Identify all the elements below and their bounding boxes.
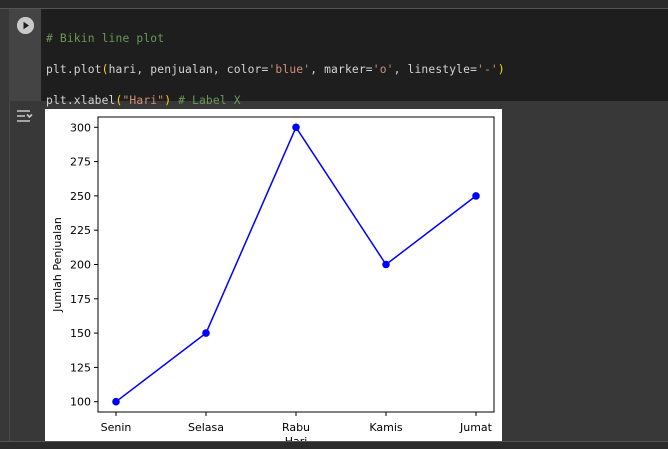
code-line-1: # Bikin line plot — [46, 31, 656, 46]
output-toggle-icon — [17, 110, 33, 122]
top-bar — [0, 0, 668, 9]
code-text: plt.xlabel — [46, 94, 116, 108]
code-string: "Hari" — [122, 94, 165, 108]
code-string: 'o' — [372, 63, 394, 77]
x-tick-label: Selasa — [188, 421, 224, 434]
output-divider — [9, 101, 10, 441]
x-tick-label: Rabu — [282, 421, 310, 434]
code-text: , linestyle= — [393, 63, 478, 77]
y-tick-label: 250 — [70, 190, 91, 203]
code-text: hari, penjualan, color= — [108, 63, 269, 77]
data-point — [472, 192, 480, 200]
data-point — [292, 123, 300, 132]
code-paren: ( — [101, 63, 109, 77]
y-tick-label: 200 — [70, 259, 91, 272]
output-toggle-button[interactable] — [16, 108, 34, 124]
code-text: , marker= — [310, 63, 373, 77]
y-tick-label: 275 — [70, 156, 91, 169]
data-point — [382, 260, 390, 269]
y-tick-label: 225 — [70, 224, 91, 237]
x-tick-label: Jumat — [459, 421, 493, 434]
play-icon — [17, 17, 34, 34]
y-tick-label: 175 — [70, 293, 91, 306]
x-tick-label: Kamis — [369, 421, 403, 434]
y-tick-label: 100 — [70, 396, 91, 409]
code-string: 'blue' — [268, 63, 311, 77]
y-tick-label: 150 — [70, 327, 91, 340]
code-line-2: plt.plot(hari, penjualan, color='blue', … — [46, 62, 656, 77]
line-chart: 100 125 150 175 200 225 250 275 300 Senin Selasa Ra… — [51, 116, 495, 442]
y-tick-label: 125 — [70, 361, 91, 374]
code-text: plt.plot — [46, 63, 102, 77]
code-string: '-' — [477, 63, 498, 77]
code-paren: ) — [497, 63, 505, 77]
code-line-3: plt.xlabel("Hari") # Label X — [46, 93, 656, 108]
run-cell-button[interactable] — [17, 17, 34, 34]
data-point — [202, 329, 210, 337]
plot-frame — [97, 116, 495, 413]
code-comment: # Label X — [178, 94, 241, 108]
code-comment: # Bikin line plot — [46, 32, 165, 46]
y-axis-label: Jumlah Penjualan — [51, 217, 64, 313]
y-tick-label: 300 — [70, 121, 91, 134]
series-line — [115, 125, 477, 403]
x-tick-label: Senin — [101, 421, 132, 434]
plot-output: 100 125 150 175 200 225 250 275 300 Senin Selasa Ra… — [45, 109, 502, 442]
data-point — [112, 397, 120, 406]
